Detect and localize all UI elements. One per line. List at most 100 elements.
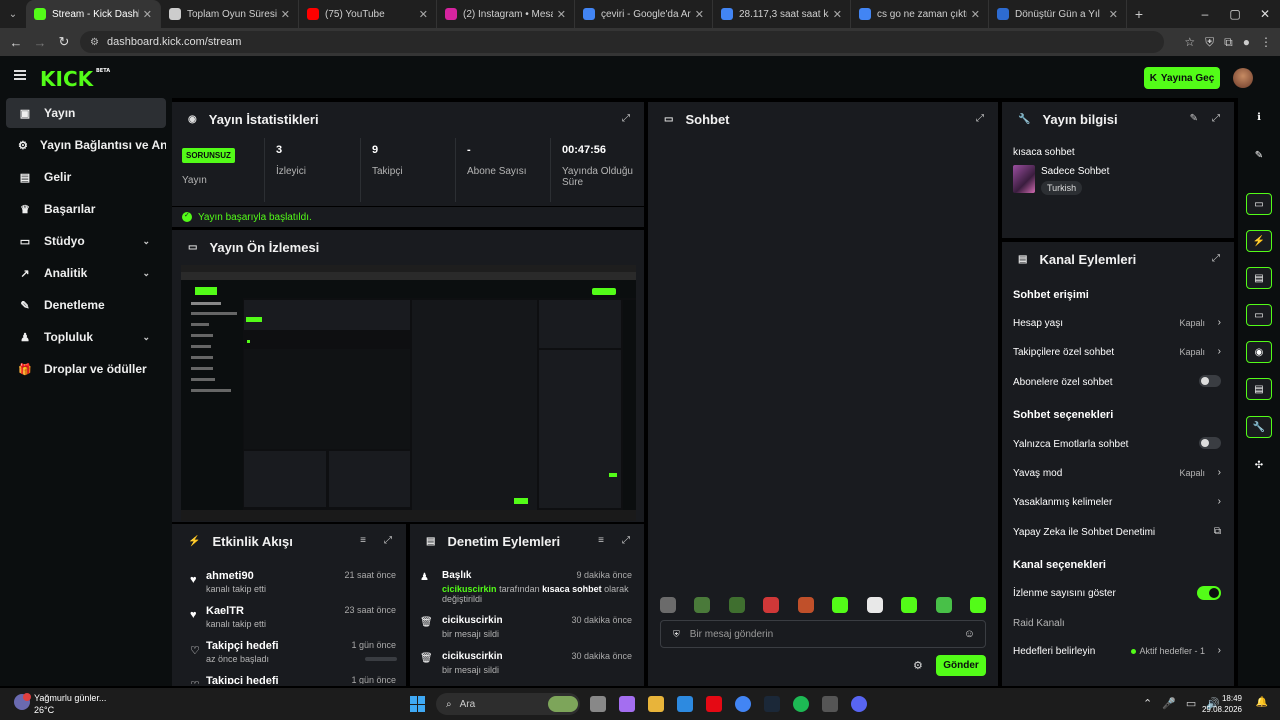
store-icon[interactable] xyxy=(677,696,693,712)
banned-words-row[interactable]: Yasaklanmış kelimeler › xyxy=(1013,496,1223,511)
lightning-icon[interactable]: ⚡ xyxy=(1246,230,1272,252)
steam-icon[interactable] xyxy=(764,696,780,712)
actor-link[interactable]: cicikuscirkin xyxy=(442,584,497,594)
filter-icon[interactable]: ≡ xyxy=(598,535,604,546)
chat-bubble-icon[interactable]: ▭ xyxy=(1246,304,1272,326)
chat-input[interactable]: ⛨ Bir mesaj gönderin ☺ xyxy=(660,620,986,648)
search-icon: ⌕ xyxy=(446,698,452,710)
chat-bubble-icon: ▭ xyxy=(664,114,674,125)
goals-row[interactable]: Hedefleri belirleyin Aktif hedefler - 1 › xyxy=(1013,645,1223,660)
emote-icon[interactable] xyxy=(797,597,814,613)
clipboard-icon[interactable]: ▤ xyxy=(1246,267,1272,289)
emotes-only-toggle[interactable] xyxy=(1199,437,1221,449)
notification-bell-icon[interactable]: 🔔 xyxy=(1256,697,1268,708)
edit-pencil-icon[interactable]: ✎ xyxy=(1246,144,1272,166)
expand-icon[interactable]: ⤢ xyxy=(1212,253,1220,264)
item-time: 1 gün önce xyxy=(351,675,396,684)
moderation-title: Denetim Eylemleri xyxy=(447,534,561,549)
item-time: 21 saat önce xyxy=(344,570,396,580)
item-sub: cicikuscirkin tarafından kısaca sohbet o… xyxy=(442,584,629,604)
game-app-icon[interactable] xyxy=(548,696,578,712)
emote-icon[interactable] xyxy=(901,597,918,613)
item-sub: bir mesajı sildi xyxy=(442,665,500,675)
language-tag: Turkish xyxy=(1041,181,1083,195)
item-name: cicikuscirkin xyxy=(442,615,503,626)
slow-mode-row[interactable]: Yavaş mod Kapalı › xyxy=(1013,467,1223,482)
actions-title-row: ▤ Kanal Eylemleri xyxy=(1018,252,1136,267)
add-widget-icon[interactable]: ✣ xyxy=(1246,454,1272,476)
row-label: Hedefleri belirleyin xyxy=(1013,646,1096,657)
windows-start-icon[interactable] xyxy=(410,696,426,712)
channel-icon: ▤ xyxy=(1018,254,1028,265)
external-link-icon: ⧉ xyxy=(1213,526,1221,537)
row-label: Abonelere özel sohbet xyxy=(1013,377,1113,388)
stats-icon[interactable]: ◉ xyxy=(1246,341,1272,363)
chrome-icon[interactable] xyxy=(735,696,751,712)
emote-icon[interactable] xyxy=(763,597,780,613)
expand-icon[interactable]: ⤢ xyxy=(976,113,984,124)
chat-settings-gear-icon[interactable]: ⚙ xyxy=(913,659,923,672)
show-viewers-toggle[interactable] xyxy=(1197,586,1221,600)
item-text: değiştirildi xyxy=(442,594,483,604)
weather-badge xyxy=(23,693,31,701)
account-age-row[interactable]: Hesap yaşı Kapalı › xyxy=(1013,317,1223,332)
item-time: 23 saat önce xyxy=(344,605,396,615)
emote-icon[interactable] xyxy=(728,597,745,613)
windows-taskbar: Yağmurlu günler... 26°C ⌕ Ara ⌃ 🎤 ▭ 🔊 18:4… xyxy=(0,688,1280,720)
discord-icon[interactable] xyxy=(851,696,867,712)
category-name[interactable]: Sadece Sohbet xyxy=(1041,166,1109,177)
emote-icon[interactable] xyxy=(832,597,849,613)
list-item: ♟ Başlık 9 dakika önce cicikuscirkin tar… xyxy=(420,570,636,604)
trash-icon: 🗑 xyxy=(420,653,433,664)
netflix-icon[interactable] xyxy=(706,696,722,712)
display-icon[interactable]: ▭ xyxy=(1186,697,1196,710)
raid-row[interactable]: Raid Kanalı xyxy=(1013,618,1223,632)
emote-icon[interactable] xyxy=(935,597,952,613)
chevron-up-icon[interactable]: ⌃ xyxy=(1143,697,1152,710)
users-icon: ♟ xyxy=(420,572,429,583)
emote-bar xyxy=(660,597,986,615)
chevron-right-icon: › xyxy=(1217,645,1221,656)
active-dot xyxy=(1131,649,1137,654)
info-title-row: 🔧 Yayın bilgisi xyxy=(1018,112,1118,127)
wrench-icon[interactable]: 🔧 xyxy=(1246,416,1272,438)
chevron-right-icon: › xyxy=(1217,496,1221,507)
monitor-icon[interactable]: ▭ xyxy=(1246,193,1272,215)
file-explorer-icon[interactable] xyxy=(648,696,664,712)
settings-icon[interactable] xyxy=(822,696,838,712)
spotify-icon[interactable] xyxy=(793,696,809,712)
task-view-icon[interactable] xyxy=(590,696,606,712)
info-icon[interactable]: ℹ xyxy=(1246,106,1272,128)
channel-icon[interactable]: ▤ xyxy=(1246,378,1272,400)
edit-pencil-icon[interactable]: ✎ xyxy=(1190,113,1198,124)
emote-icon[interactable] xyxy=(694,597,711,613)
item-name: KaelTR xyxy=(206,605,244,617)
info-title: Yayın bilgisi xyxy=(1042,112,1118,127)
ai-moderation-row[interactable]: Yapay Zeka ile Sohbet Denetimi ⧉ xyxy=(1013,526,1223,541)
category-thumbnail xyxy=(1013,165,1035,193)
weather-title: Yağmurlu günler... xyxy=(34,693,107,703)
row-value: Aktif hedefler - 1 xyxy=(1131,646,1205,656)
clipboard-icon: ▤ xyxy=(426,536,436,547)
wrench-icon: 🔧 xyxy=(1018,114,1031,125)
item-target: kısaca sohbet xyxy=(542,584,602,594)
search-label: Ara xyxy=(459,698,476,710)
emote-icon[interactable] xyxy=(969,597,986,613)
emoji-icon[interactable]: ☺ xyxy=(964,628,975,640)
item-sub: az önce başladı xyxy=(206,654,270,664)
emote-icon[interactable] xyxy=(866,597,883,613)
right-rail: ℹ ✎ ▭ ⚡ ▤ ▭ ◉ ▤ 🔧 ✣ xyxy=(1238,98,1280,686)
list-item: ♡ Takipçi hedefi 1 gün önce xyxy=(190,675,400,684)
item-time: 1 gün önce xyxy=(351,640,396,650)
followers-only-row[interactable]: Takipçilere özel sohbet Kapalı › xyxy=(1013,346,1223,361)
section-heading: Sohbet seçenekleri xyxy=(1013,409,1114,421)
send-button[interactable]: Gönder xyxy=(936,655,986,676)
copilot-icon[interactable] xyxy=(619,696,635,712)
emote-icon[interactable] xyxy=(660,597,676,613)
section-heading: Kanal seçenekleri xyxy=(1013,559,1106,571)
clock[interactable]: 18:49 29.08.2026 xyxy=(1202,693,1242,715)
microphone-icon[interactable]: 🎤 xyxy=(1162,697,1176,710)
expand-icon[interactable]: ⤢ xyxy=(1212,113,1220,124)
expand-icon[interactable]: ⤢ xyxy=(622,535,630,546)
subscribers-only-toggle[interactable] xyxy=(1199,375,1221,387)
